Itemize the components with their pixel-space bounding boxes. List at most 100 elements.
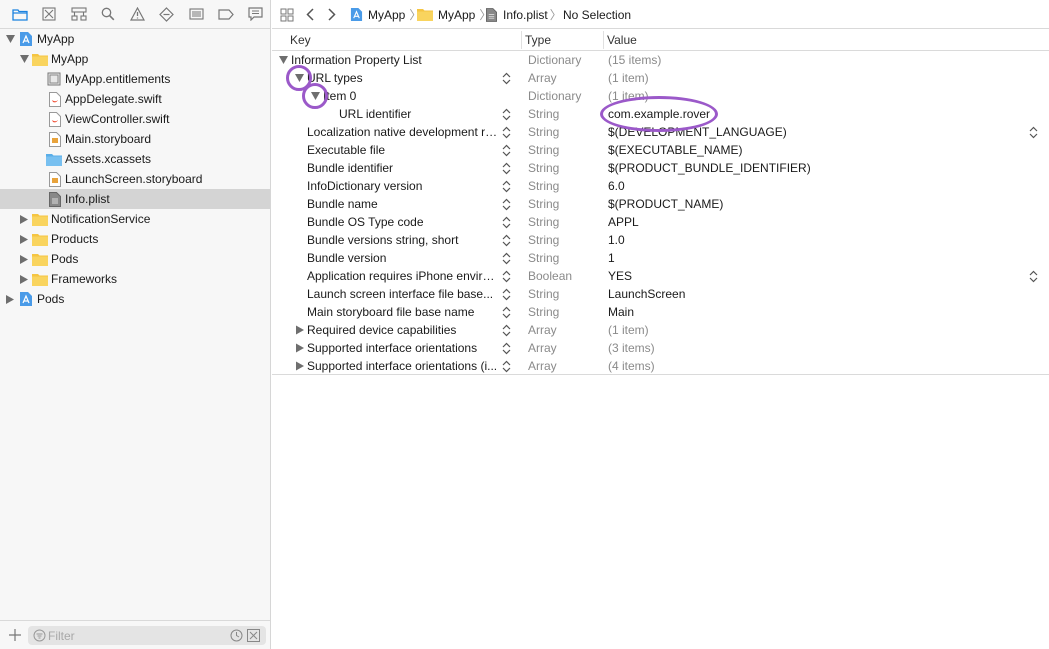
plist-value[interactable]: $(PRODUCT_BUNDLE_IDENTIFIER)	[608, 161, 811, 175]
plist-row[interactable]: Bundle version String 1	[272, 249, 1049, 267]
type-stepper-icon[interactable]	[502, 162, 511, 175]
plist-row[interactable]: URL types Array (1 item)	[272, 69, 1049, 87]
related-items-icon[interactable]	[280, 0, 294, 29]
tree-row-file[interactable]: Main.storyboard	[0, 129, 270, 149]
disclosure-open-icon[interactable]	[5, 34, 15, 44]
breadcrumb-file[interactable]: Info.plist 〉	[486, 0, 562, 29]
type-stepper-icon[interactable]	[502, 324, 511, 337]
tree-row-file[interactable]: ViewController.swift	[0, 109, 270, 129]
find-icon[interactable]	[93, 0, 122, 29]
tree-row-file-selected[interactable]: Info.plist	[0, 189, 270, 209]
plist-row[interactable]: Bundle identifier String $(PRODUCT_BUNDL…	[272, 159, 1049, 177]
type-stepper-icon[interactable]	[502, 216, 511, 229]
plist-value[interactable]: APPL	[608, 215, 639, 229]
type-stepper-icon[interactable]	[502, 288, 511, 301]
breakpoint-icon[interactable]	[211, 0, 240, 29]
value-stepper-icon[interactable]	[1029, 126, 1038, 139]
disclosure-closed-icon[interactable]	[295, 343, 305, 353]
filter-input[interactable]	[48, 627, 228, 644]
plist-row[interactable]: Information Property List Dictionary (15…	[272, 51, 1049, 69]
type-stepper-icon[interactable]	[502, 342, 511, 355]
plist-value[interactable]: $(DEVELOPMENT_LANGUAGE)	[608, 125, 787, 139]
symbol-icon[interactable]	[64, 0, 93, 29]
folder-icon[interactable]	[5, 0, 34, 29]
type-stepper-icon[interactable]	[502, 234, 511, 247]
value-stepper-icon[interactable]	[1029, 270, 1038, 283]
tree-row-group[interactable]: MyApp	[0, 49, 270, 69]
plist-row[interactable]: Supported interface orientations Array (…	[272, 339, 1049, 357]
debug-icon[interactable]	[182, 0, 211, 29]
type-stepper-icon[interactable]	[502, 198, 511, 211]
breadcrumb-project[interactable]: MyApp 〉	[350, 0, 421, 29]
breadcrumb-group[interactable]: MyApp 〉	[417, 0, 491, 29]
plist-value[interactable]: 1.0	[608, 233, 625, 247]
type-stepper-icon[interactable]	[502, 270, 511, 283]
plist-value[interactable]: com.example.rover	[608, 107, 710, 121]
type-stepper-icon[interactable]	[502, 180, 511, 193]
plist-row[interactable]: Bundle OS Type code String APPL	[272, 213, 1049, 231]
plist-value[interactable]: 6.0	[608, 179, 625, 193]
tree-row-project[interactable]: MyApp	[0, 29, 270, 49]
type-stepper-icon[interactable]	[502, 108, 511, 121]
plist-row[interactable]: Executable file String $(EXECUTABLE_NAME…	[272, 141, 1049, 159]
plist-row[interactable]: Item 0 Dictionary (1 item)	[272, 87, 1049, 105]
recent-files-icon[interactable]	[230, 629, 243, 642]
tree-row-project[interactable]: Pods	[0, 289, 270, 309]
plist-row[interactable]: Bundle versions string, short String 1.0	[272, 231, 1049, 249]
type-stepper-icon[interactable]	[502, 360, 511, 373]
disclosure-closed-icon[interactable]	[19, 274, 29, 284]
disclosure-closed-icon[interactable]	[295, 361, 305, 371]
type-stepper-icon[interactable]	[502, 126, 511, 139]
plist-row[interactable]: Launch screen interface file base... Str…	[272, 285, 1049, 303]
type-stepper-icon[interactable]	[502, 252, 511, 265]
plist-value[interactable]: YES	[608, 269, 632, 283]
breadcrumb-selection[interactable]: No Selection	[563, 0, 631, 29]
scm-filter-icon[interactable]	[247, 629, 260, 642]
disclosure-closed-icon[interactable]	[295, 325, 305, 335]
column-divider[interactable]	[603, 31, 604, 49]
plist-row[interactable]: Application requires iPhone enviro... Bo…	[272, 267, 1049, 285]
source-control-icon[interactable]	[34, 0, 63, 29]
column-divider[interactable]	[521, 31, 522, 49]
tree-row-file[interactable]: Assets.xcassets	[0, 149, 270, 169]
type-column-header[interactable]: Type	[525, 29, 551, 51]
test-icon[interactable]	[152, 0, 181, 29]
plist-row[interactable]: Required device capabilities Array (1 it…	[272, 321, 1049, 339]
plist-value[interactable]: $(PRODUCT_NAME)	[608, 197, 723, 211]
back-button[interactable]	[306, 0, 314, 29]
type-stepper-icon[interactable]	[502, 306, 511, 319]
forward-button[interactable]	[328, 0, 336, 29]
plist-value[interactable]: 1	[608, 251, 615, 265]
filter-field[interactable]	[28, 626, 266, 645]
disclosure-closed-icon[interactable]	[19, 254, 29, 264]
issue-icon[interactable]	[123, 0, 152, 29]
plist-row[interactable]: Bundle name String $(PRODUCT_NAME)	[272, 195, 1049, 213]
disclosure-open-icon[interactable]	[279, 55, 289, 65]
disclosure-open-icon[interactable]	[295, 73, 305, 83]
type-stepper-icon[interactable]	[502, 144, 511, 157]
tree-row-group[interactable]: Frameworks	[0, 269, 270, 289]
disclosure-closed-icon[interactable]	[5, 294, 15, 304]
tree-row-group[interactable]: Pods	[0, 249, 270, 269]
plist-row[interactable]: Supported interface orientations (i... A…	[272, 357, 1049, 375]
type-stepper-icon[interactable]	[502, 72, 511, 85]
tree-row-file[interactable]: AppDelegate.swift	[0, 89, 270, 109]
tree-row-file[interactable]: MyApp.entitlements	[0, 69, 270, 89]
plist-row[interactable]: Localization native development re... St…	[272, 123, 1049, 141]
value-column-header[interactable]: Value	[607, 29, 637, 51]
report-icon[interactable]	[241, 0, 270, 29]
tree-row-group[interactable]: Products	[0, 229, 270, 249]
disclosure-closed-icon[interactable]	[19, 234, 29, 244]
plist-row[interactable]: URL identifier String com.example.rover	[272, 105, 1049, 123]
plist-value[interactable]: Main	[608, 305, 634, 319]
plist-row[interactable]: Main storyboard file base name String Ma…	[272, 303, 1049, 321]
disclosure-closed-icon[interactable]	[19, 214, 29, 224]
add-file-button[interactable]	[8, 626, 22, 644]
plist-value[interactable]: LaunchScreen	[608, 287, 685, 301]
disclosure-open-icon[interactable]	[19, 54, 29, 64]
disclosure-open-icon[interactable]	[311, 91, 321, 101]
plist-value[interactable]: $(EXECUTABLE_NAME)	[608, 143, 742, 157]
tree-row-group[interactable]: NotificationService	[0, 209, 270, 229]
plist-row[interactable]: InfoDictionary version String 6.0	[272, 177, 1049, 195]
key-column-header[interactable]: Key	[290, 29, 311, 51]
